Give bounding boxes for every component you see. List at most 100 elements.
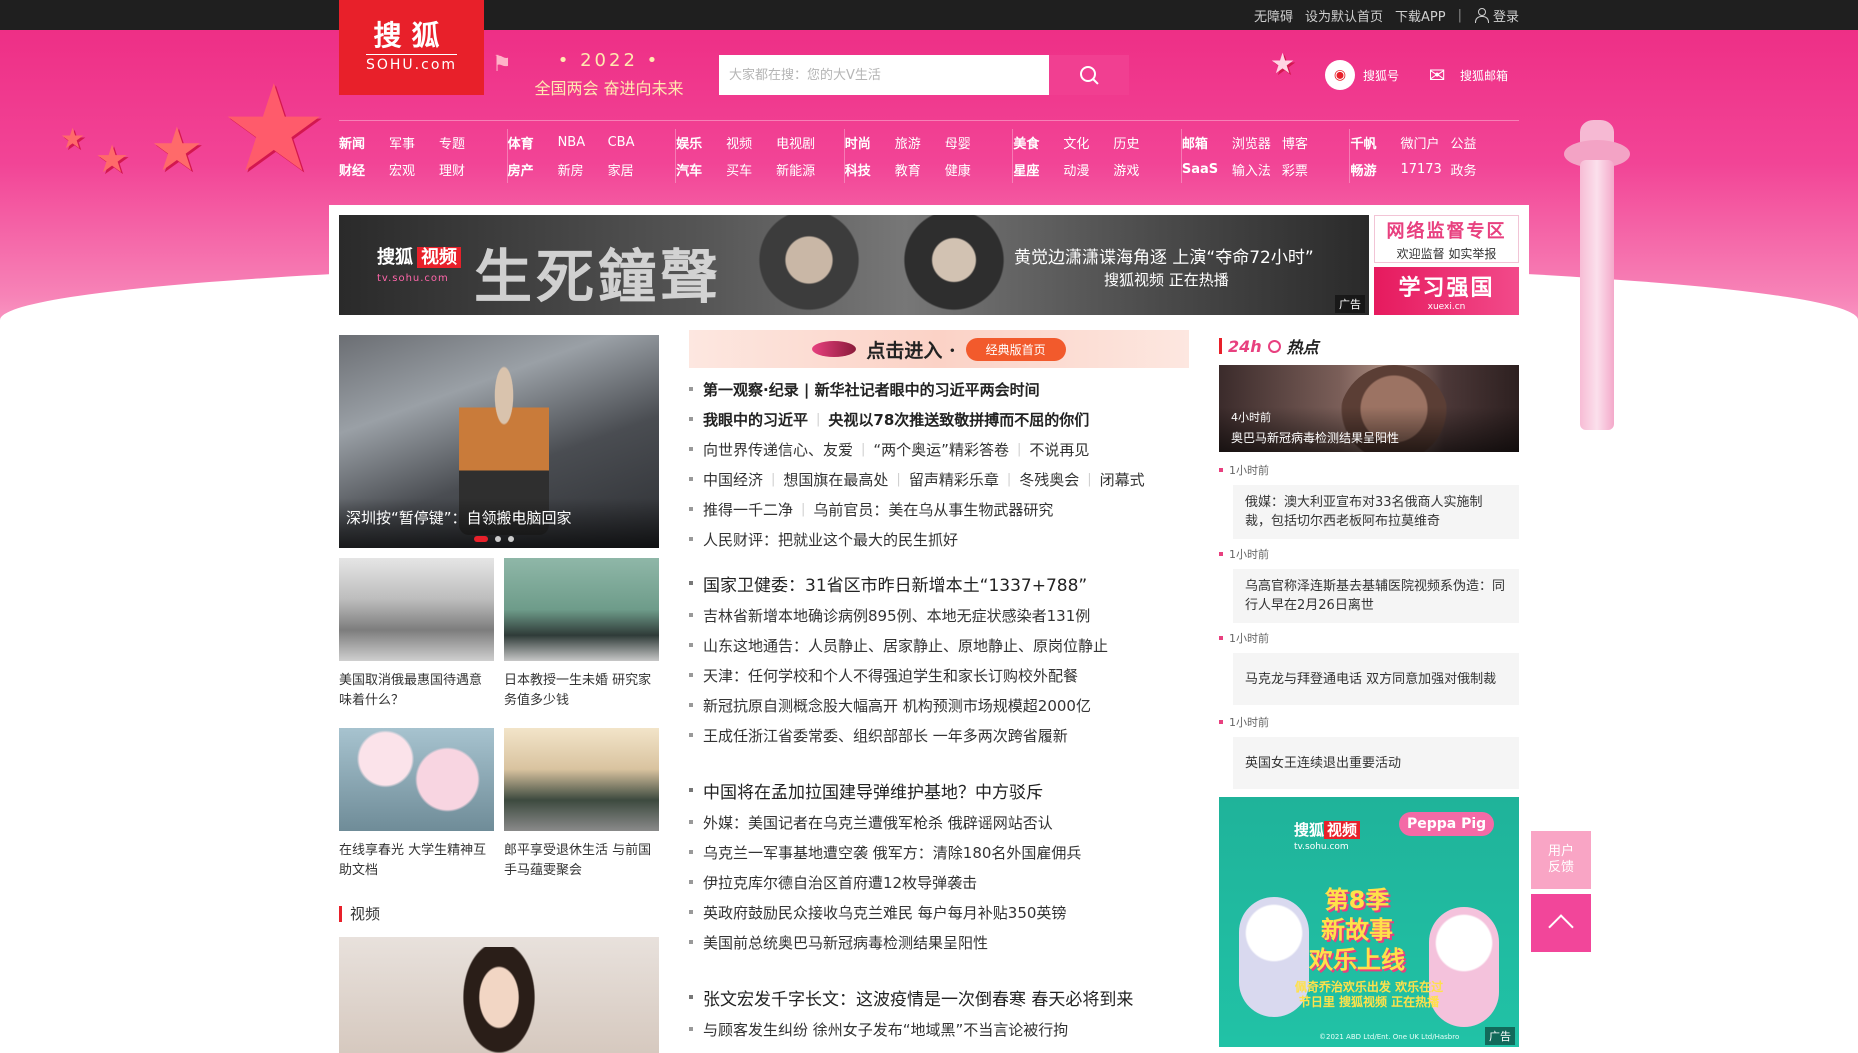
hot-headline-image[interactable]: 4小时前 奥巴马新冠病毒检测结果呈阳性 — [1219, 365, 1519, 452]
nav-link[interactable]: 视频 — [726, 129, 776, 156]
nav-link[interactable]: 专题 — [439, 129, 489, 156]
news-link[interactable]: 山东这地通告：人员静止、居家静止、原地静止、原岗位静止 — [703, 635, 1108, 656]
news-link[interactable]: 张文宏发千字长文：这波疫情是一次倒春寒 春天必将到来 — [703, 985, 1133, 1010]
video-thumbnail[interactable] — [339, 937, 659, 1053]
nav-link[interactable]: 娱乐 — [676, 129, 726, 156]
news-link[interactable]: 人民财评：把就业这个最大的民生抓好 — [703, 529, 958, 550]
news-link[interactable]: 外媒：美国记者在乌克兰遭俄军枪杀 俄辟谣网站否认 — [703, 812, 1053, 833]
feedback-button[interactable]: 用户反馈 — [1531, 831, 1591, 889]
news-link[interactable]: 伊拉克库尔德自治区首府遭12枚导弹袭击 — [703, 872, 977, 893]
news-link[interactable]: 天津：任何学校和个人不得强迫学生和家长订购校外配餐 — [703, 665, 1078, 686]
nav-link[interactable]: 体育 — [508, 129, 558, 156]
news-link[interactable]: 留声精彩乐章 — [909, 469, 999, 490]
download-app-link[interactable]: 下载APP — [1395, 6, 1446, 25]
network-supervision-ad[interactable]: 网络监督专区 欢迎监督 如实举报 — [1374, 215, 1519, 263]
news-link[interactable]: 国家卫健委：31省区市昨日新增本土“1337+788” — [703, 571, 1087, 596]
news-link[interactable]: 冬残奥会 — [1019, 469, 1079, 490]
classic-home-entry[interactable]: 点击进入 · 经典版首页 — [689, 330, 1189, 368]
news-carousel[interactable]: 深圳按“暂停键”：自领搬电脑回家 — [339, 335, 659, 548]
hot-news-item[interactable]: 1小时前 俄媒：澳大利亚宣布对33名俄商人实施制裁，包括切尔西老板阿布拉莫维奇 — [1219, 463, 1519, 539]
accessibility-link[interactable]: 无障碍 — [1254, 6, 1293, 25]
news-link[interactable]: 央视以78次推送致敬拼搏而不屈的你们 — [828, 409, 1089, 430]
thumb-card[interactable]: 在线享春光 大学生精神互助文档 — [339, 728, 494, 881]
set-homepage-link[interactable]: 设为默认首页 — [1305, 6, 1383, 25]
nav-link[interactable]: 博客 — [1282, 129, 1332, 156]
hot-news-item[interactable]: 1小时前 乌高官称泽连斯基去基辅医院视频系伪造：同行人早在2月26日离世 — [1219, 547, 1519, 623]
news-link[interactable]: 英政府鼓励民众接收乌克兰难民 每户每月补贴350英镑 — [703, 902, 1066, 923]
classic-home-button[interactable]: 经典版首页 — [965, 337, 1066, 361]
thumb-card[interactable]: 日本教授一生未婚 研究家务值多少钱 — [504, 558, 659, 711]
nav-link[interactable]: 电视剧 — [776, 129, 826, 156]
news-link[interactable]: 与顾客发生纠纷 徐州女子发布“地域黑”不当言论被行拘 — [703, 1019, 1068, 1040]
nav-link[interactable]: SaaS — [1182, 156, 1232, 183]
news-link[interactable]: 推得一千二净 — [703, 499, 793, 520]
nav-link[interactable]: 理财 — [439, 156, 489, 183]
top-banner-ad[interactable]: 搜狐 视频 tv.sohu.com 生死鐘聲 黄觉边潇潇谍海角逐 上演“夺命72小… — [339, 215, 1369, 315]
nav-link[interactable]: 家居 — [608, 156, 658, 183]
nav-link[interactable]: 文化 — [1063, 129, 1113, 156]
carousel-dot[interactable] — [474, 536, 488, 542]
nav-link[interactable]: 微门户 — [1400, 129, 1450, 156]
xuexi-qiangguo-ad[interactable]: 学习强国 xuexi.cn — [1374, 267, 1519, 315]
news-link[interactable]: 不说再见 — [1029, 439, 1089, 460]
nav-link[interactable]: 教育 — [895, 156, 945, 183]
news-link[interactable]: 乌前官员：美在乌从事生物武器研究 — [813, 499, 1053, 520]
search-input[interactable] — [719, 55, 1049, 95]
thumb-card[interactable]: 美国取消俄最惠国待遇意味着什么？ — [339, 558, 494, 711]
nav-link[interactable]: 军事 — [389, 129, 439, 156]
news-link[interactable]: 想国旗在最高处 — [783, 469, 888, 490]
nav-link[interactable]: 17173 — [1400, 156, 1450, 183]
nav-link[interactable]: 美食 — [1013, 129, 1063, 156]
nav-link[interactable]: 彩票 — [1282, 156, 1332, 183]
nav-link[interactable]: 新房 — [558, 156, 608, 183]
news-link[interactable]: 新冠抗原自测概念股大幅高开 机构预测市场规模超2000亿 — [703, 695, 1091, 716]
sohu-hao-link[interactable]: ◉ 搜狐号 — [1325, 60, 1399, 90]
carousel-dot[interactable] — [495, 536, 501, 542]
search-button[interactable] — [1049, 55, 1129, 95]
news-link[interactable]: 中国将在孟加拉国建导弹维护基地？中方驳斥 — [703, 778, 1043, 803]
news-link[interactable]: 美国前总统奥巴马新冠病毒检测结果呈阳性 — [703, 932, 988, 953]
nav-link[interactable]: NBA — [558, 129, 608, 156]
nav-link[interactable]: 邮箱 — [1182, 129, 1232, 156]
nav-link[interactable]: 公益 — [1450, 129, 1500, 156]
nav-link[interactable]: 汽车 — [676, 156, 726, 183]
news-link[interactable]: “两个奥运”精彩答卷 — [873, 439, 1009, 460]
news-link[interactable]: 王成任浙江省委常委、组织部部长 一年多两次跨省履新 — [703, 725, 1068, 746]
nav-link[interactable]: CBA — [608, 129, 658, 156]
nav-link[interactable]: 历史 — [1113, 129, 1163, 156]
nav-link[interactable]: 买车 — [726, 156, 776, 183]
sohu-logo[interactable]: 搜狐 SOHU.com — [339, 0, 484, 95]
news-link[interactable]: 中国经济 — [703, 469, 763, 490]
nav-link[interactable]: 时尚 — [845, 129, 895, 156]
nav-link[interactable]: 千帆 — [1350, 129, 1400, 156]
nav-link[interactable]: 财经 — [339, 156, 389, 183]
nav-link[interactable]: 宏观 — [389, 156, 439, 183]
sohu-mail-link[interactable]: ✉ 搜狐邮箱 — [1422, 60, 1508, 90]
nav-link[interactable]: 政务 — [1450, 156, 1500, 183]
hot-news-item[interactable]: 1小时前 马克龙与拜登通电话 双方同意加强对俄制裁 — [1219, 631, 1519, 705]
nav-link[interactable]: 新闻 — [339, 129, 389, 156]
back-to-top-button[interactable] — [1531, 894, 1591, 952]
news-link[interactable]: 第一观察·纪录 | 新华社记者眼中的习近平两会时间 — [703, 379, 1040, 400]
nav-link[interactable]: 母婴 — [945, 129, 995, 156]
hot-news-item[interactable]: 1小时前 英国女王连续退出重要活动 — [1219, 715, 1519, 789]
carousel-dot[interactable] — [508, 536, 514, 542]
login-link[interactable]: 登录 — [1474, 6, 1519, 25]
thumb-card[interactable]: 郎平享受退休生活 与前国手马蕴雯聚会 — [504, 728, 659, 881]
nav-link[interactable]: 科技 — [845, 156, 895, 183]
nav-link[interactable]: 输入法 — [1232, 156, 1282, 183]
nav-link[interactable]: 畅游 — [1350, 156, 1400, 183]
nav-link[interactable]: 健康 — [945, 156, 995, 183]
news-link[interactable]: 向世界传递信心、友爱 — [703, 439, 853, 460]
nav-link[interactable]: 房产 — [508, 156, 558, 183]
hot-24h-title[interactable]: 24h 热点 — [1219, 334, 1319, 358]
nav-link[interactable]: 星座 — [1013, 156, 1063, 183]
nav-link[interactable]: 动漫 — [1063, 156, 1113, 183]
nav-link[interactable]: 游戏 — [1113, 156, 1163, 183]
news-link[interactable]: 闭幕式 — [1100, 469, 1145, 490]
news-link[interactable]: 乌克兰一军事基地遭空袭 俄军方：清除180名外国雇佣兵 — [703, 842, 1081, 863]
nav-link[interactable]: 旅游 — [895, 129, 945, 156]
nav-link[interactable]: 浏览器 — [1232, 129, 1282, 156]
news-link[interactable]: 吉林省新增本地确诊病例895例、本地无症状感染者131例 — [703, 605, 1090, 626]
video-section-title[interactable]: 视频 — [339, 906, 380, 922]
